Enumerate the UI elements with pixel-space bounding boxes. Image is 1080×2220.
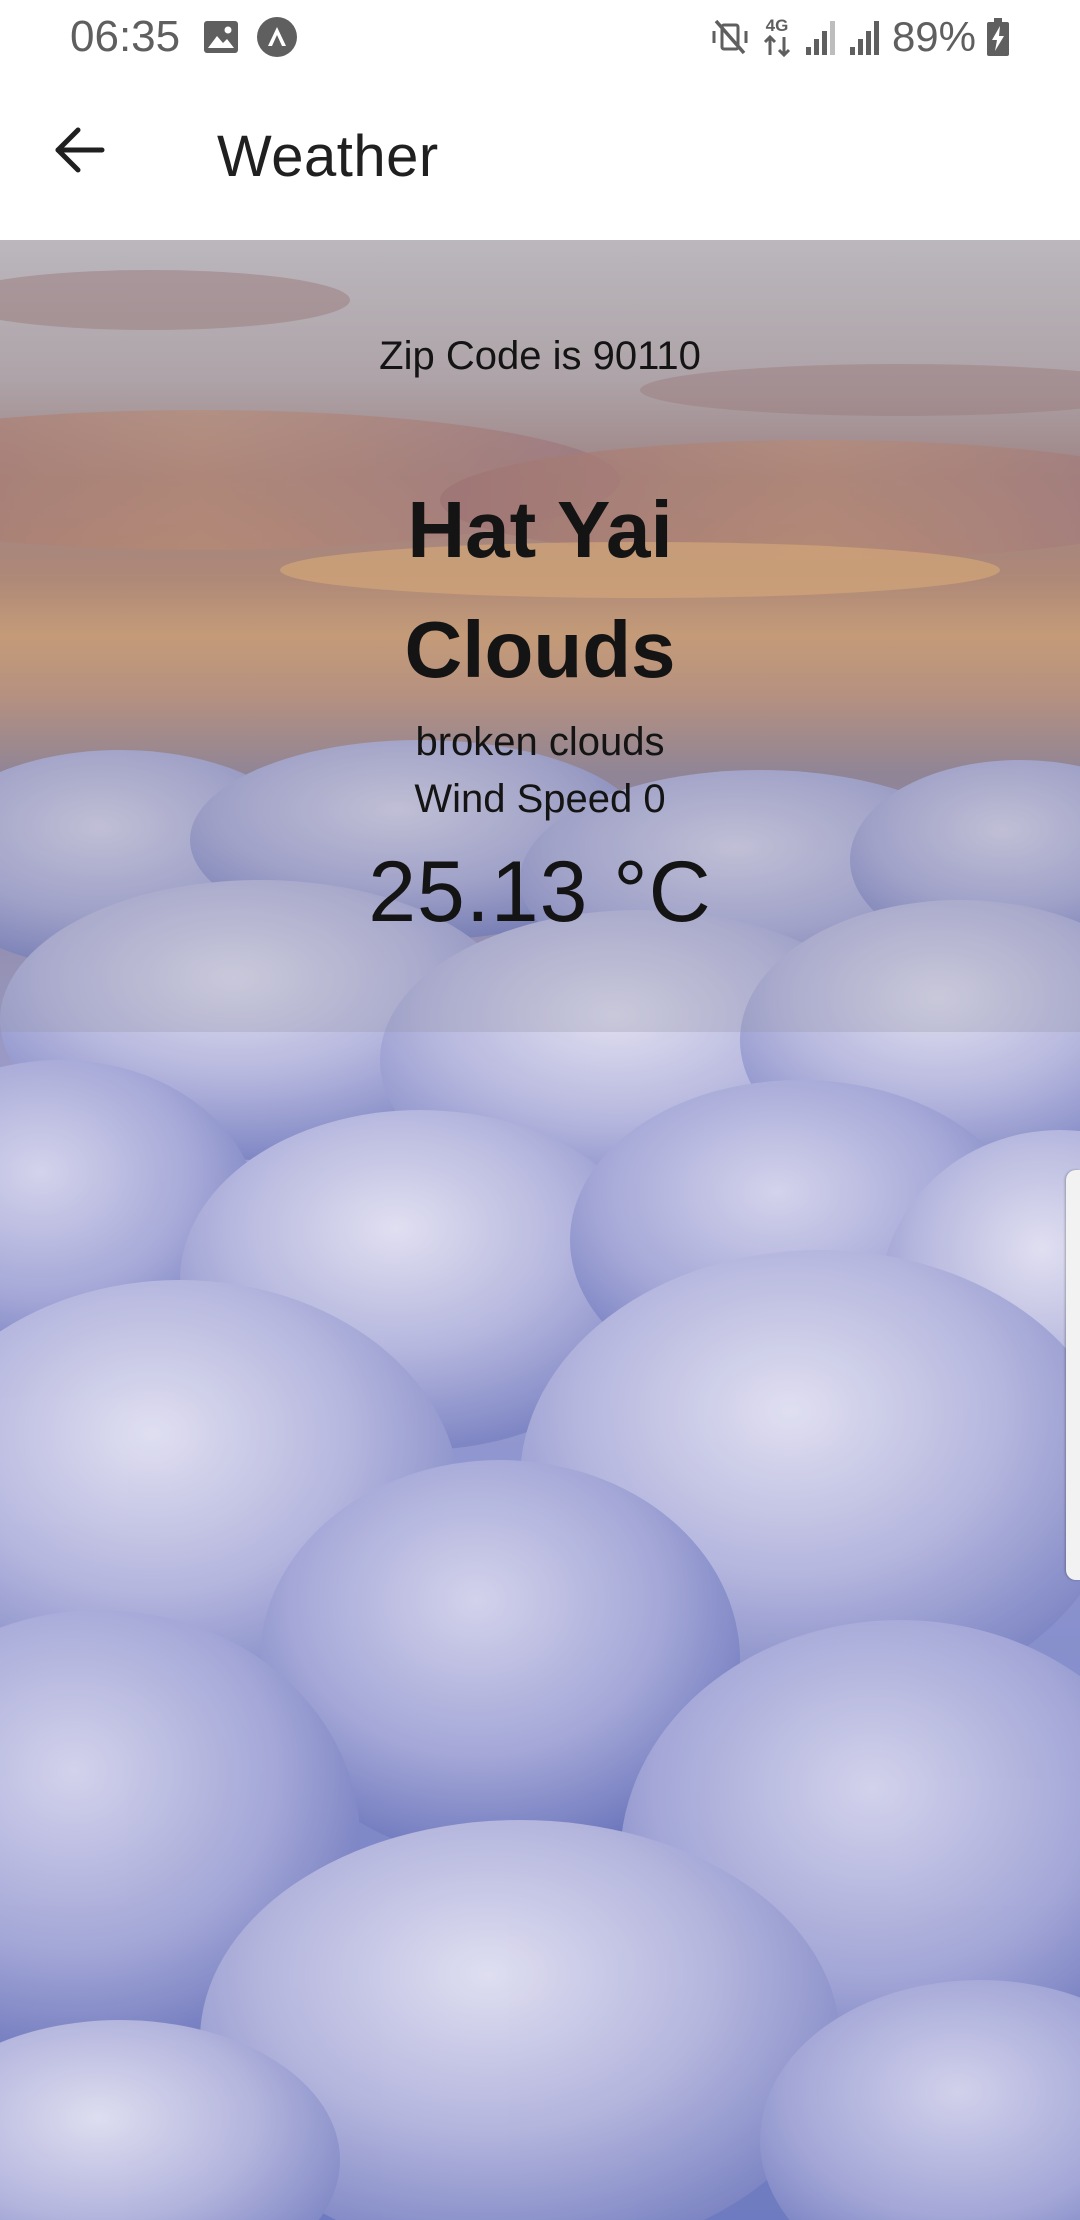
gallery-icon <box>203 20 239 54</box>
signal-icon <box>848 17 882 57</box>
wind-speed: Wind Speed 0 <box>414 777 666 821</box>
page-title: Weather <box>217 124 439 189</box>
network-4g-icon: 4G <box>760 15 794 59</box>
battery-charging-icon <box>986 17 1010 57</box>
status-time: 06:35 <box>70 12 181 61</box>
status-bar: 06:35 4G 89% <box>0 0 1080 74</box>
back-button[interactable] <box>42 114 118 190</box>
network-type-label: 4G <box>766 16 789 35</box>
mute-vibrate-icon <box>710 17 750 57</box>
signal-icon <box>804 17 838 57</box>
weather-description: broken clouds <box>415 720 665 764</box>
weather-condition: Clouds <box>404 605 676 694</box>
app-bar: Weather <box>0 74 1080 240</box>
city-name: Hat Yai <box>407 485 673 574</box>
app-notification-icon <box>256 16 298 58</box>
zip-code-label: Zip Code is 90110 <box>379 334 701 378</box>
temperature: 25.13 °C <box>368 844 712 940</box>
status-icons-right: 4G 89% <box>710 12 1010 62</box>
arrow-left-icon <box>52 122 108 183</box>
weather-screen: 06:35 4G 89% Weather Zip Code is 90110 H… <box>0 0 1080 2220</box>
battery-percent: 89% <box>891 13 976 60</box>
edge-panel-handle[interactable] <box>1066 1170 1080 1580</box>
